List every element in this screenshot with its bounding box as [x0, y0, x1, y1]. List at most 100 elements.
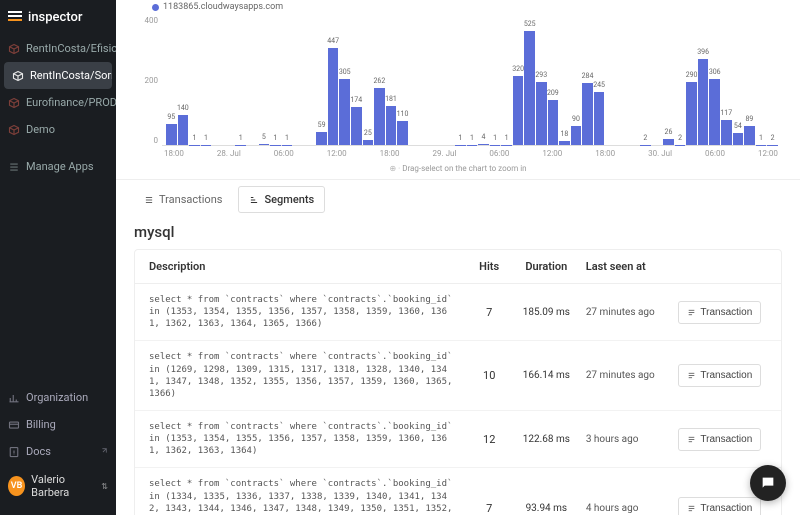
list-icon: [8, 161, 20, 173]
chart-panel: 1183865.cloudwaysapps.com 400 200 0 9514…: [116, 0, 800, 179]
cell-last-seen: 4 hours ago: [580, 503, 679, 514]
bar-label: 245: [593, 81, 605, 89]
bar-label: 447: [327, 37, 339, 45]
user-menu[interactable]: VB Valerio Barbera ⇅: [0, 465, 116, 507]
segments-icon: [249, 195, 259, 205]
tab-label: Transactions: [159, 193, 222, 206]
bar[interactable]: 4: [478, 144, 489, 145]
bar[interactable]: 306: [709, 79, 720, 145]
sidebar-item-label: Organization: [26, 391, 88, 404]
x-tick: 06:00: [274, 149, 294, 158]
tab-transactions[interactable]: Transactions: [134, 186, 232, 213]
bar-label: 174: [350, 96, 362, 104]
sidebar-item-billing[interactable]: Billing: [0, 411, 116, 438]
app-icon: [12, 70, 24, 82]
bar[interactable]: 525: [524, 31, 535, 145]
sidebar-item-app-2[interactable]: Eurofinance/PROD: [0, 89, 116, 116]
bar[interactable]: 26: [663, 139, 674, 145]
bar[interactable]: 5: [259, 144, 270, 145]
bar-label: 26: [665, 128, 673, 136]
tabs: Transactions Segments: [116, 179, 800, 219]
bar[interactable]: 25: [363, 140, 374, 145]
transactions-icon: [144, 195, 154, 205]
docs-icon: [8, 446, 20, 458]
bar[interactable]: 396: [698, 59, 709, 145]
sidebar-item-label: Billing: [26, 418, 56, 431]
x-tick: 18:00: [595, 149, 615, 158]
sidebar-item-label: Demo: [26, 123, 55, 136]
col-last-seen: Last seen at: [580, 260, 679, 273]
bar[interactable]: 290: [686, 82, 697, 145]
bar-label: 1: [239, 134, 243, 142]
sidebar-item-app-3[interactable]: Demo: [0, 116, 116, 143]
legend-dot-icon: [152, 4, 159, 11]
sidebar-item-manage-apps[interactable]: Manage Apps: [0, 153, 116, 180]
bar-label: 396: [697, 48, 709, 56]
bar[interactable]: 95: [166, 124, 177, 145]
bar[interactable]: 245: [594, 92, 605, 145]
bar[interactable]: 447: [328, 48, 339, 145]
col-description: Description: [149, 260, 466, 273]
transaction-button-label: Transaction: [700, 307, 752, 318]
bar[interactable]: 54: [733, 133, 744, 145]
bar[interactable]: 110: [397, 121, 408, 145]
bar[interactable]: 293: [536, 82, 547, 145]
bar-label: 5: [262, 133, 266, 141]
tab-label: Segments: [264, 193, 314, 206]
bar[interactable]: 320: [513, 76, 524, 145]
avatar: VB: [8, 476, 25, 496]
cell-duration: 185.09 ms: [513, 307, 580, 318]
bar-label: 110: [397, 110, 409, 118]
bar[interactable]: 209: [548, 100, 559, 145]
bar-label: 18: [560, 130, 568, 138]
x-tick: 29. Jul: [433, 149, 457, 158]
bar-label: 1: [470, 134, 474, 142]
logo[interactable]: inspector: [0, 0, 116, 35]
sidebar-item-docs[interactable]: Docs: [0, 438, 116, 465]
bar[interactable]: 89: [744, 126, 755, 145]
transaction-button[interactable]: Transaction: [678, 428, 761, 451]
bar[interactable]: 117: [721, 120, 732, 145]
col-hits: Hits: [466, 260, 513, 273]
x-tick: 06:00: [489, 149, 509, 158]
transaction-button[interactable]: Transaction: [678, 301, 761, 324]
cell-description: select * from `contracts` where `contrac…: [149, 294, 466, 330]
bar[interactable]: 262: [374, 88, 385, 145]
bar-label: 2: [678, 134, 682, 142]
cell-description: select * from `contracts` where `contrac…: [149, 478, 466, 515]
sidebar-item-app-1[interactable]: RentInCosta/Sorr...: [4, 62, 112, 89]
x-tick: 28. Jul: [217, 149, 241, 158]
chart-legend[interactable]: 1183865.cloudwaysapps.com: [134, 0, 782, 16]
legend-label: 1183865.cloudwaysapps.com: [163, 2, 283, 12]
bar-label: 209: [547, 89, 559, 97]
app-icon: [8, 97, 20, 109]
chat-button[interactable]: [750, 465, 786, 501]
bar[interactable]: 174: [351, 107, 362, 145]
transaction-button[interactable]: Transaction: [678, 364, 761, 387]
cell-hits: 7: [466, 306, 513, 319]
y-axis: 400 200 0: [138, 16, 158, 145]
transaction-button[interactable]: Transaction: [678, 497, 761, 515]
cell-duration: 166.14 ms: [513, 370, 580, 381]
cell-last-seen: 3 hours ago: [580, 434, 679, 445]
table-row: select * from `contracts` where `contrac…: [135, 411, 781, 468]
bar-chart[interactable]: 400 200 0 951401115115944730517425262181…: [162, 16, 778, 146]
sidebar-item-app-0[interactable]: RentInCosta/Efisio: [0, 35, 116, 62]
list-icon: [687, 504, 696, 513]
bar[interactable]: 59: [316, 132, 327, 145]
bar-label: 89: [745, 115, 753, 123]
bar-label: 140: [177, 104, 189, 112]
app-icon: [8, 124, 20, 136]
bar-label: 1: [493, 134, 497, 142]
tab-segments[interactable]: Segments: [238, 186, 325, 213]
bar-label: 54: [734, 122, 742, 130]
bar-label: 1: [759, 134, 763, 142]
bar[interactable]: 90: [571, 126, 582, 146]
bar[interactable]: 181: [386, 106, 397, 145]
bar[interactable]: 140: [178, 115, 189, 145]
sidebar-item-organization[interactable]: Organization: [0, 384, 116, 411]
bar[interactable]: 305: [339, 79, 350, 145]
bar[interactable]: 284: [582, 83, 593, 145]
cell-duration: 93.94 ms: [513, 503, 580, 514]
bar[interactable]: 18: [559, 141, 570, 145]
